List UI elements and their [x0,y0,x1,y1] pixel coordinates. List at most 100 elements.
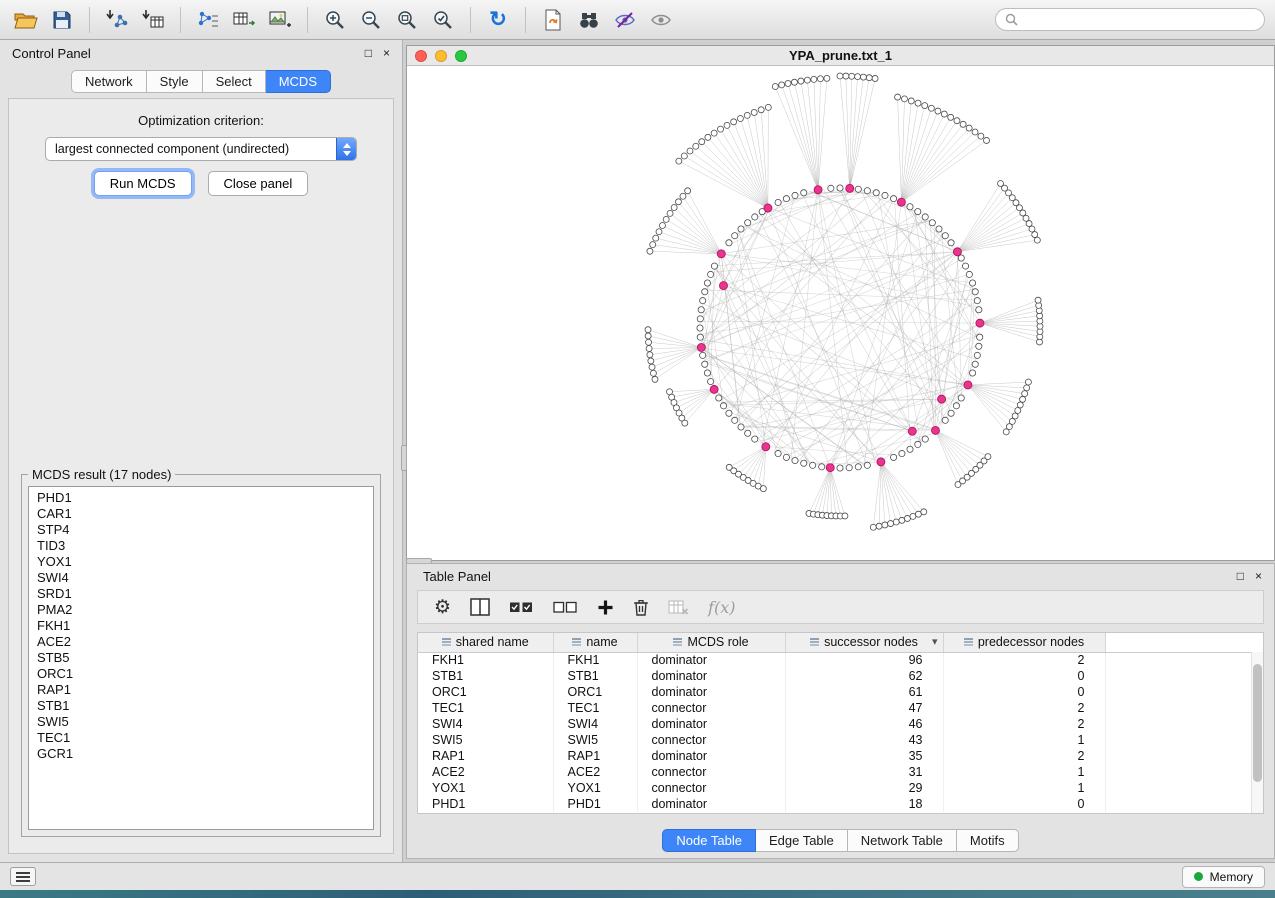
hide-style-icon[interactable] [609,5,641,35]
memory-label: Memory [1210,870,1253,884]
close-panel-button[interactable]: Close panel [208,171,309,196]
table-row[interactable]: PHD1PHD1dominator180 [418,796,1263,812]
table-cell: connector [637,732,785,748]
column-header-successor-nodes[interactable]: successor nodes▾ [785,633,943,652]
open-session-icon[interactable] [10,5,42,35]
status-bar: Memory [0,862,1275,890]
mcds-result-list[interactable]: PHD1CAR1STP4TID3YOX1SWI4SRD1PMA2FKH1ACE2… [28,486,374,830]
table-tab-node-table[interactable]: Node Table [662,829,756,852]
table-row[interactable]: FKH1FKH1dominator962 [418,652,1263,668]
column-header-predecessor-nodes[interactable]: predecessor nodes [943,633,1105,652]
table-row[interactable]: STB1STB1dominator620 [418,668,1263,684]
table-cell [1105,700,1263,716]
mcds-list-item[interactable]: STB5 [29,650,373,666]
table-cell: 43 [785,732,943,748]
show-graphics-icon[interactable] [645,5,677,35]
mcds-list-item[interactable]: STP4 [29,522,373,538]
table-row[interactable]: RAP1RAP1dominator352 [418,748,1263,764]
mcds-list-item[interactable]: SWI4 [29,570,373,586]
export-table-icon[interactable] [228,5,260,35]
import-table-icon[interactable] [137,5,169,35]
table-cell: 46 [785,716,943,732]
task-history-icon[interactable] [10,867,36,886]
control-panel-tabs: NetworkStyleSelectMCDS [0,70,402,93]
mcds-list-item[interactable]: STB1 [29,698,373,714]
float-panel-icon[interactable]: □ [365,46,372,60]
mcds-list-item[interactable]: RAP1 [29,682,373,698]
table-row[interactable]: SWI5SWI5connector431 [418,732,1263,748]
close-panel-icon[interactable]: × [1255,569,1262,583]
mcds-result-title: MCDS result (17 nodes) [28,467,175,482]
zoom-out-icon[interactable] [355,5,387,35]
network-window: YPA_prune.txt_1 [406,45,1275,561]
tab-mcds[interactable]: MCDS [266,70,331,93]
zoom-fit-icon[interactable] [391,5,423,35]
table-cell: 1 [943,780,1105,796]
column-layout-icon[interactable] [470,598,490,616]
import-network-icon[interactable] [101,5,133,35]
search-input[interactable] [1024,12,1255,28]
table-cell: SWI4 [418,716,553,732]
table-cell: ORC1 [553,684,637,700]
column-header-name[interactable]: name [553,633,637,652]
close-panel-icon[interactable]: × [383,46,390,60]
search-icon [1005,13,1018,26]
run-mcds-button[interactable]: Run MCDS [94,171,192,196]
table-tab-network-table[interactable]: Network Table [848,829,957,852]
table-row[interactable]: TEC1TEC1connector472 [418,700,1263,716]
mcds-list-item[interactable]: PHD1 [29,490,373,506]
mcds-list-item[interactable]: ACE2 [29,634,373,650]
delete-row-icon[interactable] [633,598,649,616]
mcds-list-item[interactable]: SWI5 [29,714,373,730]
desktop-background [0,890,1275,898]
optimization-dropdown[interactable]: largest connected component (undirected) [45,137,357,161]
save-session-icon[interactable] [46,5,78,35]
table-row[interactable]: ORC1ORC1dominator610 [418,684,1263,700]
memory-button[interactable]: Memory [1182,866,1265,888]
deselect-all-icon[interactable] [553,599,578,615]
delete-table-icon[interactable] [668,599,689,615]
table-scrollbar[interactable] [1251,652,1263,813]
mcds-list-item[interactable]: FKH1 [29,618,373,634]
refresh-layout-icon[interactable]: ↻ [482,5,514,35]
search-network-icon[interactable] [573,5,605,35]
table-cell: 2 [943,700,1105,716]
tab-style[interactable]: Style [147,70,203,93]
mcds-list-item[interactable]: GCR1 [29,746,373,762]
table-cell: PHD1 [418,796,553,812]
add-row-icon[interactable] [597,599,614,616]
tab-select[interactable]: Select [203,70,266,93]
column-menu-caret-icon[interactable]: ▾ [932,635,938,648]
share-document-icon[interactable] [537,5,569,35]
zoom-in-icon[interactable] [319,5,351,35]
mcds-list-item[interactable]: YOX1 [29,554,373,570]
column-header-MCDS-role[interactable]: MCDS role [637,633,785,652]
column-header-shared-name[interactable]: shared name [418,633,553,652]
table-cell: FKH1 [553,652,637,668]
function-builder-icon[interactable]: f(x) [708,598,735,617]
table-row[interactable]: SWI4SWI4dominator462 [418,716,1263,732]
mcds-list-item[interactable]: ORC1 [29,666,373,682]
table-row[interactable]: ACE2ACE2connector311 [418,764,1263,780]
table-tab-motifs[interactable]: Motifs [957,829,1019,852]
mcds-list-item[interactable]: PMA2 [29,602,373,618]
export-image-icon[interactable] [264,5,296,35]
table-cell: 0 [943,796,1105,812]
mcds-list-item[interactable]: SRD1 [29,586,373,602]
table-row[interactable]: YOX1YOX1connector291 [418,780,1263,796]
scrollbar-thumb[interactable] [1253,664,1262,782]
table-cell: connector [637,780,785,796]
mcds-list-item[interactable]: CAR1 [29,506,373,522]
select-all-icon[interactable] [509,599,534,615]
mcds-list-item[interactable]: TEC1 [29,730,373,746]
table-tab-edge-table[interactable]: Edge Table [756,829,848,852]
float-panel-icon[interactable]: □ [1237,569,1244,583]
tab-network[interactable]: Network [71,70,147,93]
table-settings-gear-icon[interactable]: ⚙ [434,598,451,617]
clone-network-icon[interactable] [192,5,224,35]
panel-resize-handle[interactable] [401,445,407,471]
table-cell: 31 [785,764,943,780]
network-canvas[interactable] [407,66,1274,560]
zoom-selected-icon[interactable] [427,5,459,35]
mcds-list-item[interactable]: TID3 [29,538,373,554]
